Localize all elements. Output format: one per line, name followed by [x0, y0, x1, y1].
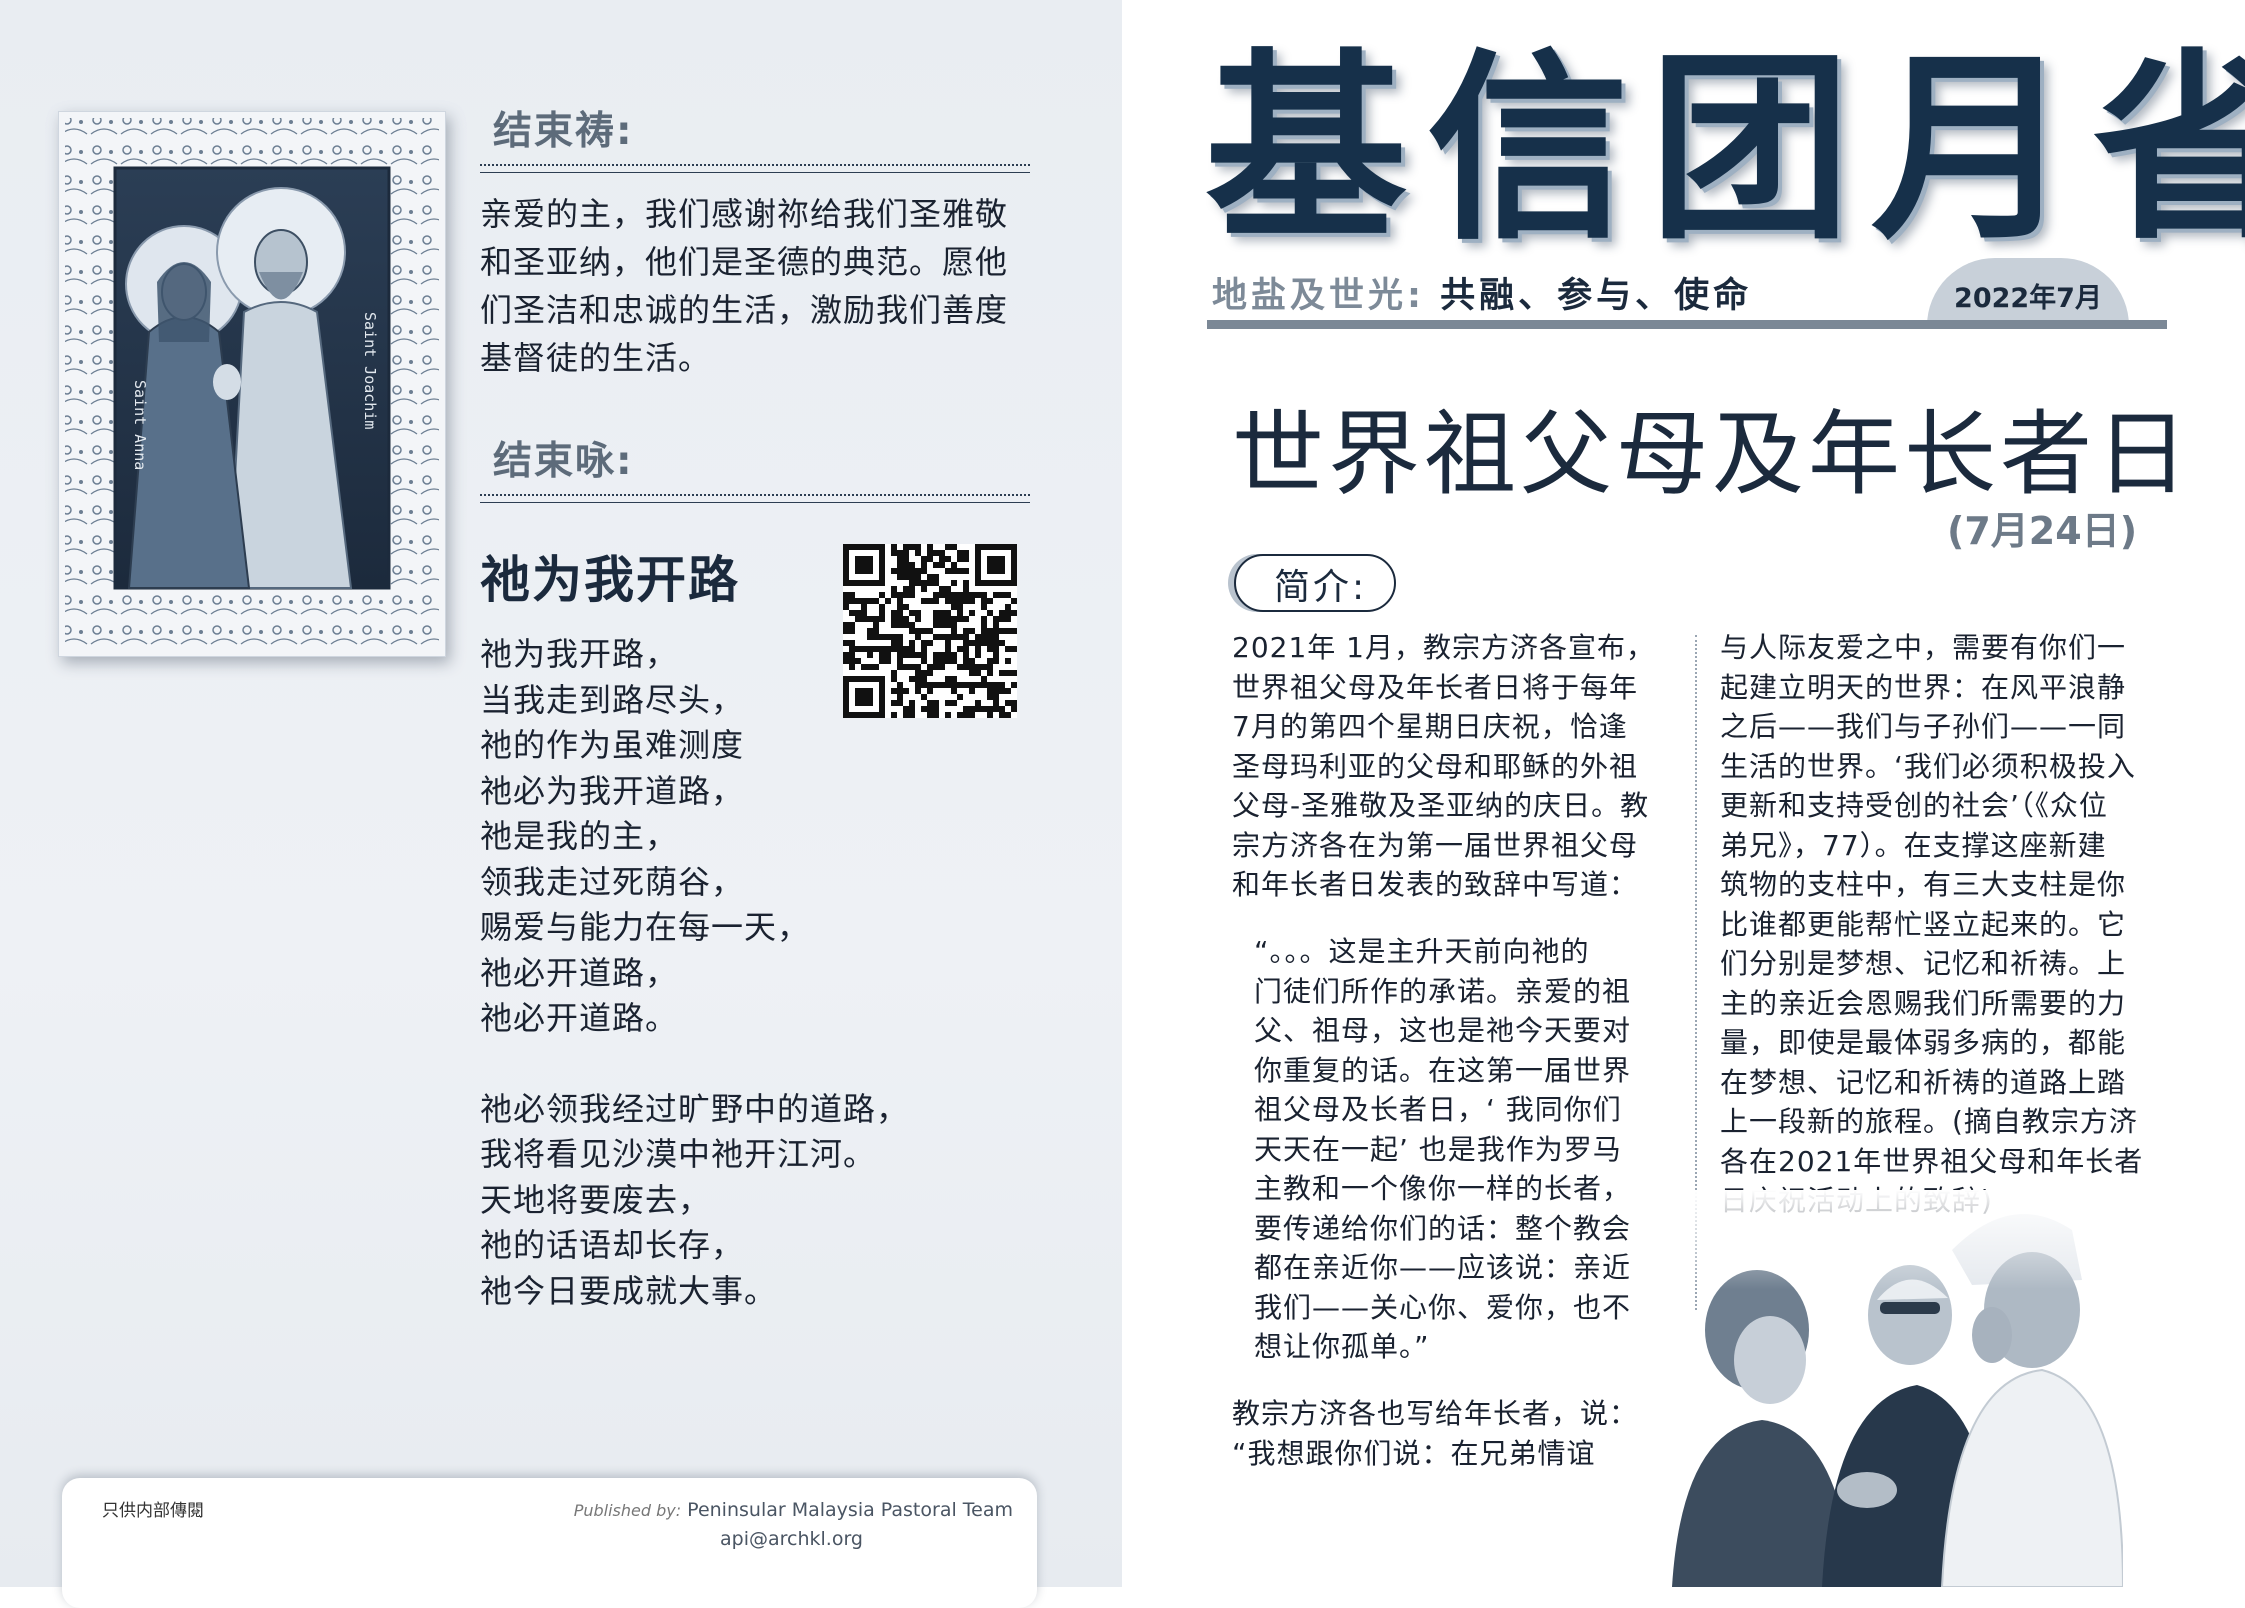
publisher-email[interactable]: api@archkl.org [574, 1525, 863, 1553]
hymn-line: 领我走过死荫谷， [480, 862, 745, 901]
hymn-lyrics: 祂为我开路， 当我走到路尽头， 祂的作为虽难测度 祂必为我开道路， 祂是我的主，… [480, 632, 940, 1314]
article-line: 各在2021年世界祖父母和年长者 [1720, 1144, 2144, 1178]
hymn-line: 祂必开道路， [480, 953, 679, 992]
publisher-info: Published by: Peninsular Malaysia Pastor… [574, 1496, 1013, 1553]
article-line: 教宗方济各也写给年长者，说： [1232, 1397, 1639, 1430]
prayer-line: 基督徒的生活。 [480, 339, 712, 377]
hymn-line: 祂今日要成就大事。 [480, 1271, 778, 1310]
article-title: 世界祖父母及年长者日 [1232, 401, 2193, 508]
article-line: 上一段新的旅程。(摘自教宗方济 [1720, 1105, 2138, 1138]
article-line: 生活的世界。‘我们必须积极投入 [1720, 749, 2136, 783]
internal-circulation-note: 只供内部傳閱 [102, 1501, 204, 1521]
article-line: 与人际友爱之中，需要有你们一 [1720, 631, 2127, 664]
pope-with-elders-photo [1652, 1190, 2125, 1588]
hymn-line: 祂为我开路， [480, 635, 679, 673]
prayer-line: 和圣亚纳，他们是圣德的典范。愿他 [480, 243, 1009, 281]
prayer-line: 们圣洁和忠诚的生活，激励我们善度 [480, 291, 1009, 329]
pope-quote: “。。。这是主升天前向祂的 门徒们所作的承诺。亲爱的祖 父、祖母，这也是祂今天要… [1254, 932, 1682, 1367]
article-line: 起建立明天的世界：在风平浪静 [1720, 670, 2127, 704]
article-line: 7月的第四个星期日庆祝，恰逢 [1232, 710, 1628, 743]
quote-line: 父、祖母，这也是祂今天要对 [1254, 1014, 1632, 1047]
article-line: 之后——我们与子孙们——一同 [1720, 710, 2127, 743]
quote-line: 门徒们所作的承诺。亲爱的祖 [1254, 974, 1632, 1008]
hymn-line: 天地将要废去， [480, 1180, 712, 1219]
tagline-theme: 地盐及世光: [1212, 276, 1425, 316]
article-line: 们分别是梦想、记忆和祈祷。上 [1720, 947, 2127, 980]
article-line: 更新和支持受创的社会’（《众位 [1720, 789, 2108, 822]
closing-prayer-text: 亲爱的主，我们感谢祢给我们圣雅敬 和圣亚纳，他们是圣德的典范。愿他 们圣洁和忠诚… [480, 190, 1040, 382]
quote-line: 主教和一个像你一样的长者， [1254, 1172, 1632, 1205]
article-line: “我想跟你们说：在兄弟情谊 [1232, 1436, 1596, 1470]
hymn-line: 当我走到路尽头， [480, 680, 745, 719]
issue-date: 2022年7月 [1954, 283, 2102, 314]
article-line: 主的亲近会恩赐我们所需要的力 [1720, 986, 2127, 1020]
article-line: 世界祖父母及年长者日将于每年 [1232, 670, 1639, 704]
article-line: 和年长者日发表的致辞中写道： [1232, 868, 1639, 901]
article-date: (7月24日) [1947, 509, 2138, 553]
quote-line: 想让你孤单。” [1254, 1330, 1430, 1363]
intro-label: 简介: [1274, 567, 1368, 608]
masthead-divider [1207, 320, 2167, 329]
article-line: 宗方济各在为第一届世界祖父母 [1232, 828, 1639, 862]
article-line: 2021年 1月，教宗方济各宣布， [1232, 631, 1655, 664]
article-line: 比谁都更能帮忙竖立起来的。它 [1720, 907, 2127, 941]
photo-graphic [1652, 1190, 2125, 1588]
quote-line: 要传递给你们的话：整个教会 [1254, 1211, 1632, 1245]
prayer-rule-top [480, 164, 1030, 166]
quote-line: 都在亲近你——应该说：亲近 [1254, 1251, 1632, 1284]
publisher-name: Peninsular Malaysia Pastoral Team [687, 1499, 1013, 1521]
hymn-line: 赐爱与能力在每一天， [480, 908, 811, 946]
quote-line: 祖父母及长者日，‘ 我同你们 [1254, 1093, 1622, 1126]
article-line: 筑物的支柱中，有三大支柱是你 [1720, 868, 2127, 901]
hymn-rule-bottom [480, 502, 1030, 503]
published-by-label: Published by: [573, 1501, 682, 1520]
prayer-rule-bottom [480, 172, 1030, 173]
article-column-2: 与人际友爱之中，需要有你们一 起建立明天的世界：在风平浪静 之后——我们与子孙们… [1720, 628, 2170, 1221]
hymn-line: 祂是我的主， [480, 817, 679, 855]
hymn-line: 祂的话语却长存， [480, 1226, 745, 1264]
quote-line: 我们——关心你、爱你，也不 [1254, 1290, 1632, 1324]
hymn-title: 祂为我开路 [480, 551, 740, 609]
article-column-1-tail: 教宗方济各也写给年长者，说： “我想跟你们说：在兄弟情谊 [1232, 1394, 1682, 1473]
left-page: Saint Anna Saint Joachim 结束祷: 亲爱的主，我们感谢祢… [0, 0, 1122, 1608]
saints-icon-image: Saint Anna Saint Joachim [58, 111, 446, 657]
article-line: 弟兄》，77）。在支撑这座新建 [1720, 828, 2107, 862]
hymn-line: 祂必领我经过旷野中的道路， [480, 1089, 910, 1128]
hymn-rule-top [480, 494, 1030, 496]
stanza-gap [480, 1042, 940, 1087]
masthead-title: 基信团月省 [1205, 29, 2245, 267]
article-line: 量，即使是最体弱多病的，都能 [1720, 1026, 2127, 1059]
quote-line: “。。。这是主升天前向祂的 [1254, 935, 1590, 968]
footer-card: 只供内部傳閱 Published by: Peninsular Malaysia… [62, 1478, 1037, 1608]
hymn-line: 祂的作为虽难测度 [480, 726, 745, 764]
masthead-tagline: 地盐及世光: 共融、参与、使命 [1212, 267, 1752, 318]
article-line: 父母-圣雅敬及圣亚纳的庆日。教 [1232, 789, 1650, 822]
prayer-line: 亲爱的主，我们感谢祢给我们圣雅敬 [480, 195, 1009, 233]
article-line: 圣母玛利亚的父母和耶稣的外祖 [1232, 749, 1639, 783]
icon-name-right: Saint Joachim [361, 312, 379, 429]
closing-prayer-heading: 结束祷: [493, 109, 634, 154]
quote-line: 天天在一起’ 也是我作为罗马 [1254, 1132, 1622, 1166]
quote-line: 你重复的话。在这第一届世界 [1254, 1053, 1632, 1087]
hymn-line: 我将看见沙漠中祂开江河。 [480, 1135, 877, 1173]
hymn-line: 祂必为我开道路， [480, 771, 745, 810]
tagline-synod: 共融、参与、使命 [1440, 276, 1753, 316]
icon-name-left: Saint Anna [131, 380, 149, 470]
icon-artwork: Saint Anna Saint Joachim [59, 112, 445, 656]
article-column-1: 2021年 1月，教宗方济各宣布， 世界祖父母及年长者日将于每年 7月的第四个星… [1232, 628, 1682, 905]
closing-hymn-heading: 结束咏: [493, 439, 634, 484]
hymn-line: 祂必开道路。 [480, 999, 679, 1037]
article-line: 在梦想、记忆和祈祷的道路上踏 [1720, 1065, 2127, 1099]
